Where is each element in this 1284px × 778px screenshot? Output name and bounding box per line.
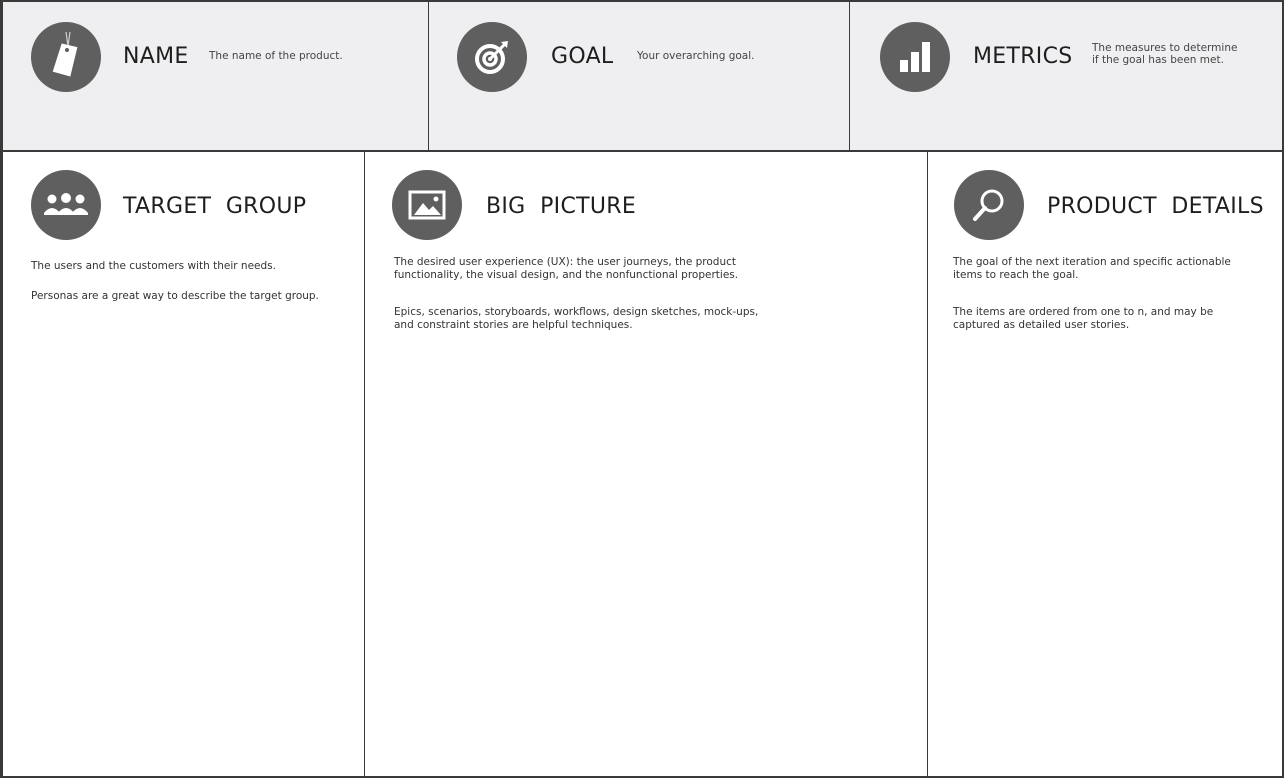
goal-section: GOAL Your overarching goal. [429, 2, 850, 150]
name-section: NAME The name of the product. [3, 2, 429, 150]
target-group-title: TARGET GROUP [123, 194, 307, 219]
big-picture-section: BIG PICTURE The desired user experience … [365, 152, 928, 776]
big-picture-paragraph-2-line2: and constraint stories are helpful techn… [394, 318, 633, 331]
product-details-paragraph-1-line2: items to reach the goal. [953, 268, 1079, 281]
metrics-section: METRICS The measures to determine if the… [850, 2, 1282, 150]
product-details-paragraph-2: The items are ordered from one to n, and… [953, 306, 1273, 331]
big-picture-title: BIG PICTURE [486, 194, 637, 219]
product-vision-board: NAME The name of the product. GOAL Your … [0, 0, 1284, 778]
product-details-paragraph-2-line1: The items are ordered from one to n, and… [953, 306, 1214, 318]
metrics-subtitle-line2: if the goal has been met. [1092, 54, 1224, 66]
product-details-section: PRODUCT DETAILS The goal of the next ite… [928, 152, 1282, 776]
big-picture-paragraph-1-line1: The desired user experience (UX): the us… [394, 256, 737, 268]
big-picture-paragraph-2: Epics, scenarios, storyboards, workflows… [394, 306, 914, 331]
big-picture-paragraph-1-line2: functionality, the visual design, and th… [394, 268, 739, 281]
tag-icon [31, 22, 101, 92]
product-details-paragraph-1-line1: The goal of the next iteration and speci… [953, 256, 1231, 268]
users-icon [31, 170, 101, 240]
big-picture-paragraph-2-line1: Epics, scenarios, storyboards, workflows… [394, 306, 759, 318]
product-details-paragraph-1: The goal of the next iteration and speci… [953, 256, 1273, 281]
bottom-row: TARGET GROUP The users and the customers… [3, 152, 1282, 776]
target-group-paragraph-1: The users and the customers with their n… [31, 260, 276, 272]
metrics-title: METRICS [973, 44, 1073, 69]
image-icon [392, 170, 462, 240]
metrics-subtitle: The measures to determine if the goal ha… [1092, 42, 1237, 66]
big-picture-paragraph-1: The desired user experience (UX): the us… [394, 256, 914, 281]
product-details-title: PRODUCT DETAILS [1047, 194, 1264, 219]
top-row: NAME The name of the product. GOAL Your … [3, 2, 1282, 152]
target-group-paragraph-2: Personas are a great way to describe the… [31, 290, 319, 302]
metrics-subtitle-line1: The measures to determine [1092, 42, 1238, 54]
name-subtitle: The name of the product. [209, 50, 343, 62]
target-group-section: TARGET GROUP The users and the customers… [3, 152, 365, 776]
goal-subtitle: Your overarching goal. [637, 50, 755, 62]
magnifier-icon [954, 170, 1024, 240]
goal-title: GOAL [551, 44, 614, 69]
product-details-paragraph-2-line2: captured as detailed user stories. [953, 318, 1130, 331]
bar-chart-icon [880, 22, 950, 92]
name-title: NAME [123, 44, 189, 69]
target-icon [457, 22, 527, 92]
